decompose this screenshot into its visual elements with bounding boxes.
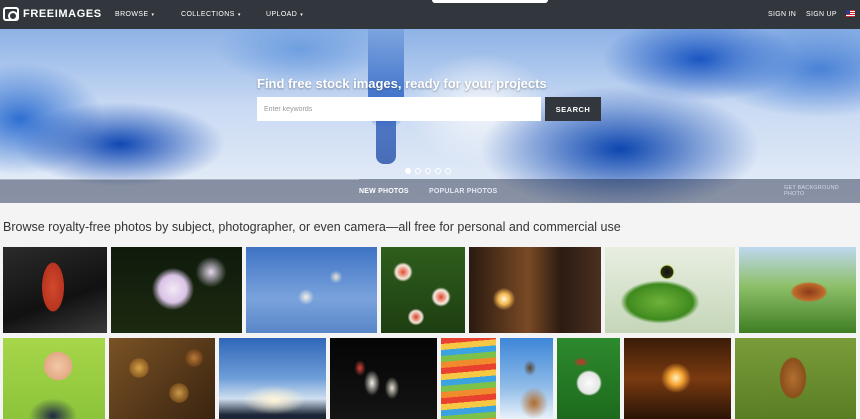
nav-collections[interactable]: COLLECTIONS ▾ [181, 0, 241, 29]
chevron-down-icon: ▾ [300, 11, 304, 18]
get-background-photo-link[interactable]: GET BACKGROUND PHOTO [784, 179, 860, 203]
site-name: FREEIMAGES [23, 8, 102, 20]
photo-white-water-lily[interactable] [111, 247, 242, 333]
page-tagline: Browse royalty-free photos by subject, p… [3, 220, 621, 234]
photo-white-tulips[interactable] [330, 338, 437, 419]
chevron-down-icon: ▾ [151, 11, 155, 18]
carousel-dot[interactable] [405, 168, 411, 174]
photo-grasshopper[interactable] [739, 247, 856, 333]
top-notch [432, 0, 548, 3]
tab-popular-photos[interactable]: POPULAR PHOTOS [429, 179, 497, 203]
nav-upload[interactable]: UPLOAD ▾ [266, 0, 303, 29]
search-button[interactable]: SEARCH [545, 97, 601, 121]
tab-new-photos[interactable]: NEW PHOTOS [359, 179, 409, 203]
carousel-dot[interactable] [445, 168, 451, 174]
photo-pussy-willow[interactable] [246, 247, 377, 333]
hero-title: Find free stock images, ready for your p… [257, 76, 547, 91]
search-input[interactable] [257, 97, 541, 121]
photo-sunset-building[interactable] [469, 247, 601, 333]
photo-red-parrot-head[interactable] [3, 247, 107, 333]
photo-red-white-tulips[interactable] [381, 247, 465, 333]
top-navigation-bar: FREEIMAGES BROWSE ▾ COLLECTIONS ▾ UPLOAD… [0, 0, 860, 29]
nav-upload-label: UPLOAD [266, 11, 298, 18]
chevron-down-icon: ▾ [237, 11, 241, 18]
carousel-dot[interactable] [425, 168, 431, 174]
photo-forest-sunburst[interactable] [624, 338, 731, 419]
carousel-dot[interactable] [435, 168, 441, 174]
carousel-dot[interactable] [415, 168, 421, 174]
photo-ibex-on-rock[interactable] [500, 338, 553, 419]
photo-green-frog[interactable] [605, 247, 735, 333]
sign-in-link[interactable]: SIGN IN [768, 0, 796, 29]
us-flag-icon[interactable] [846, 10, 855, 17]
sign-up-link[interactable]: SIGN UP [806, 0, 837, 29]
hero-bar-divider [0, 179, 359, 180]
photo-colorful-paper[interactable] [441, 338, 496, 419]
photo-coins[interactable] [109, 338, 215, 419]
nav-browse-label: BROWSE [115, 11, 149, 18]
photo-foal[interactable] [735, 338, 856, 419]
nav-collections-label: COLLECTIONS [181, 11, 235, 18]
nav-browse[interactable]: BROWSE ▾ [115, 0, 154, 29]
camera-logo-icon [3, 7, 19, 21]
photo-baby-on-phone[interactable] [3, 338, 105, 419]
carousel-dots [405, 168, 451, 174]
photo-sun-rays-sky[interactable] [219, 338, 326, 419]
hero-banner: Find free stock images, ready for your p… [0, 29, 860, 203]
site-logo[interactable]: FREEIMAGES [3, 4, 102, 24]
photo-white-rabbit[interactable] [557, 338, 620, 419]
